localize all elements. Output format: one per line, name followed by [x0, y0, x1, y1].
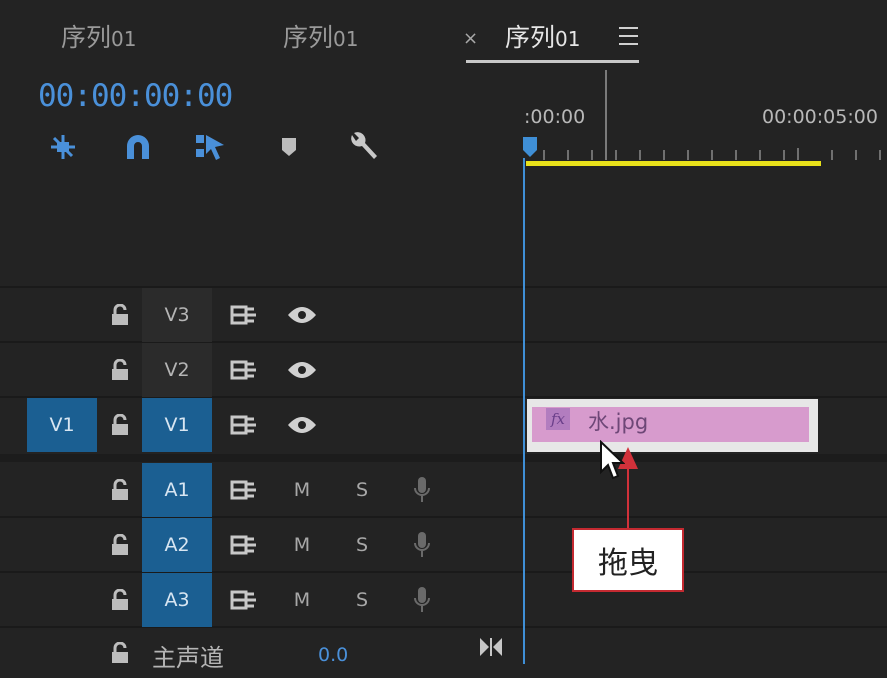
track-label[interactable]: V2	[142, 343, 212, 397]
panel-menu-icon[interactable]	[619, 27, 638, 45]
snap-nest-icon[interactable]	[45, 130, 81, 164]
ruler-mid-label: 00:00:05:00	[762, 106, 878, 128]
active-tab-underline	[466, 60, 639, 63]
sync-lock-icon[interactable]	[222, 398, 266, 452]
tab-label: 序列	[61, 23, 112, 52]
track-label[interactable]: A1	[142, 463, 212, 517]
tab-number: 01	[333, 27, 359, 51]
track-header-master: 主声道 0.0	[0, 628, 522, 672]
tab-number: 01	[111, 27, 137, 51]
clip-body[interactable]	[532, 407, 809, 442]
add-marker-icon[interactable]	[271, 130, 307, 164]
work-area-bar[interactable]	[526, 161, 821, 166]
mouse-pointer-icon	[600, 440, 625, 480]
tab-label: 序列	[505, 23, 556, 52]
sync-lock-icon[interactable]	[222, 518, 266, 572]
lock-icon[interactable]	[105, 628, 135, 678]
ruler-ticks	[543, 148, 881, 160]
playhead-timecode[interactable]: 00:00:00:00	[38, 78, 233, 114]
track-header-v2: V2	[0, 343, 522, 397]
track-header-v1: V1 V1	[0, 398, 522, 452]
track-label[interactable]: A2	[142, 518, 212, 572]
mute-button[interactable]: M	[282, 463, 322, 517]
microphone-icon[interactable]	[405, 518, 439, 572]
tab-sequence-2[interactable]: 序列01	[283, 18, 358, 54]
callout-label: 拖曳	[572, 528, 684, 592]
ruler-start-label: :00:00	[524, 106, 586, 128]
track-label[interactable]: A3	[142, 573, 212, 627]
track-header-a1: A1 M S	[0, 463, 522, 517]
lock-icon[interactable]	[105, 343, 135, 397]
track-header-a3: A3 M S	[0, 573, 522, 627]
master-volume-value[interactable]: 0.0	[318, 644, 348, 666]
microphone-icon[interactable]	[405, 463, 439, 517]
ruler-marker	[605, 70, 607, 160]
wrench-icon[interactable]	[345, 130, 381, 164]
tab-number: 01	[555, 27, 581, 51]
lock-icon[interactable]	[105, 463, 135, 517]
solo-button[interactable]: S	[342, 573, 382, 627]
expand-tracks-icon[interactable]	[478, 636, 504, 662]
lock-icon[interactable]	[105, 518, 135, 572]
sync-lock-icon[interactable]	[222, 343, 266, 397]
sync-lock-icon[interactable]	[222, 288, 266, 342]
mute-button[interactable]: M	[282, 518, 322, 572]
playhead-line[interactable]	[523, 158, 525, 664]
microphone-icon[interactable]	[405, 573, 439, 627]
eye-icon[interactable]	[280, 343, 324, 397]
solo-button[interactable]: S	[342, 463, 382, 517]
mute-button[interactable]: M	[282, 573, 322, 627]
track-label[interactable]: V1	[142, 398, 212, 452]
track-header-a2: A2 M S	[0, 518, 522, 572]
tab-label: 序列	[283, 23, 334, 52]
lock-icon[interactable]	[105, 288, 135, 342]
sync-lock-icon[interactable]	[222, 573, 266, 627]
playhead-handle[interactable]	[522, 136, 538, 158]
callout-line	[627, 462, 629, 528]
fx-badge: fx	[546, 408, 570, 430]
tab-sequence-1[interactable]: 序列01	[61, 18, 136, 54]
solo-button[interactable]: S	[342, 518, 382, 572]
linked-selection-icon[interactable]	[193, 130, 229, 164]
clip-name: 水.jpg	[588, 410, 649, 434]
eye-icon[interactable]	[280, 288, 324, 342]
sync-lock-icon[interactable]	[222, 463, 266, 517]
source-patch-v1[interactable]: V1	[27, 398, 97, 452]
tab-sequence-active[interactable]: 序列01	[505, 18, 580, 54]
master-track-label: 主声道	[152, 644, 224, 672]
lock-icon[interactable]	[105, 398, 135, 452]
track-label[interactable]: V3	[142, 288, 212, 342]
lock-icon[interactable]	[105, 573, 135, 627]
track-header-v3: V3	[0, 288, 522, 342]
video-audio-divider	[0, 454, 887, 462]
close-tab-icon[interactable]: ×	[463, 28, 478, 49]
magnet-icon[interactable]	[120, 130, 156, 164]
eye-icon[interactable]	[280, 398, 324, 452]
